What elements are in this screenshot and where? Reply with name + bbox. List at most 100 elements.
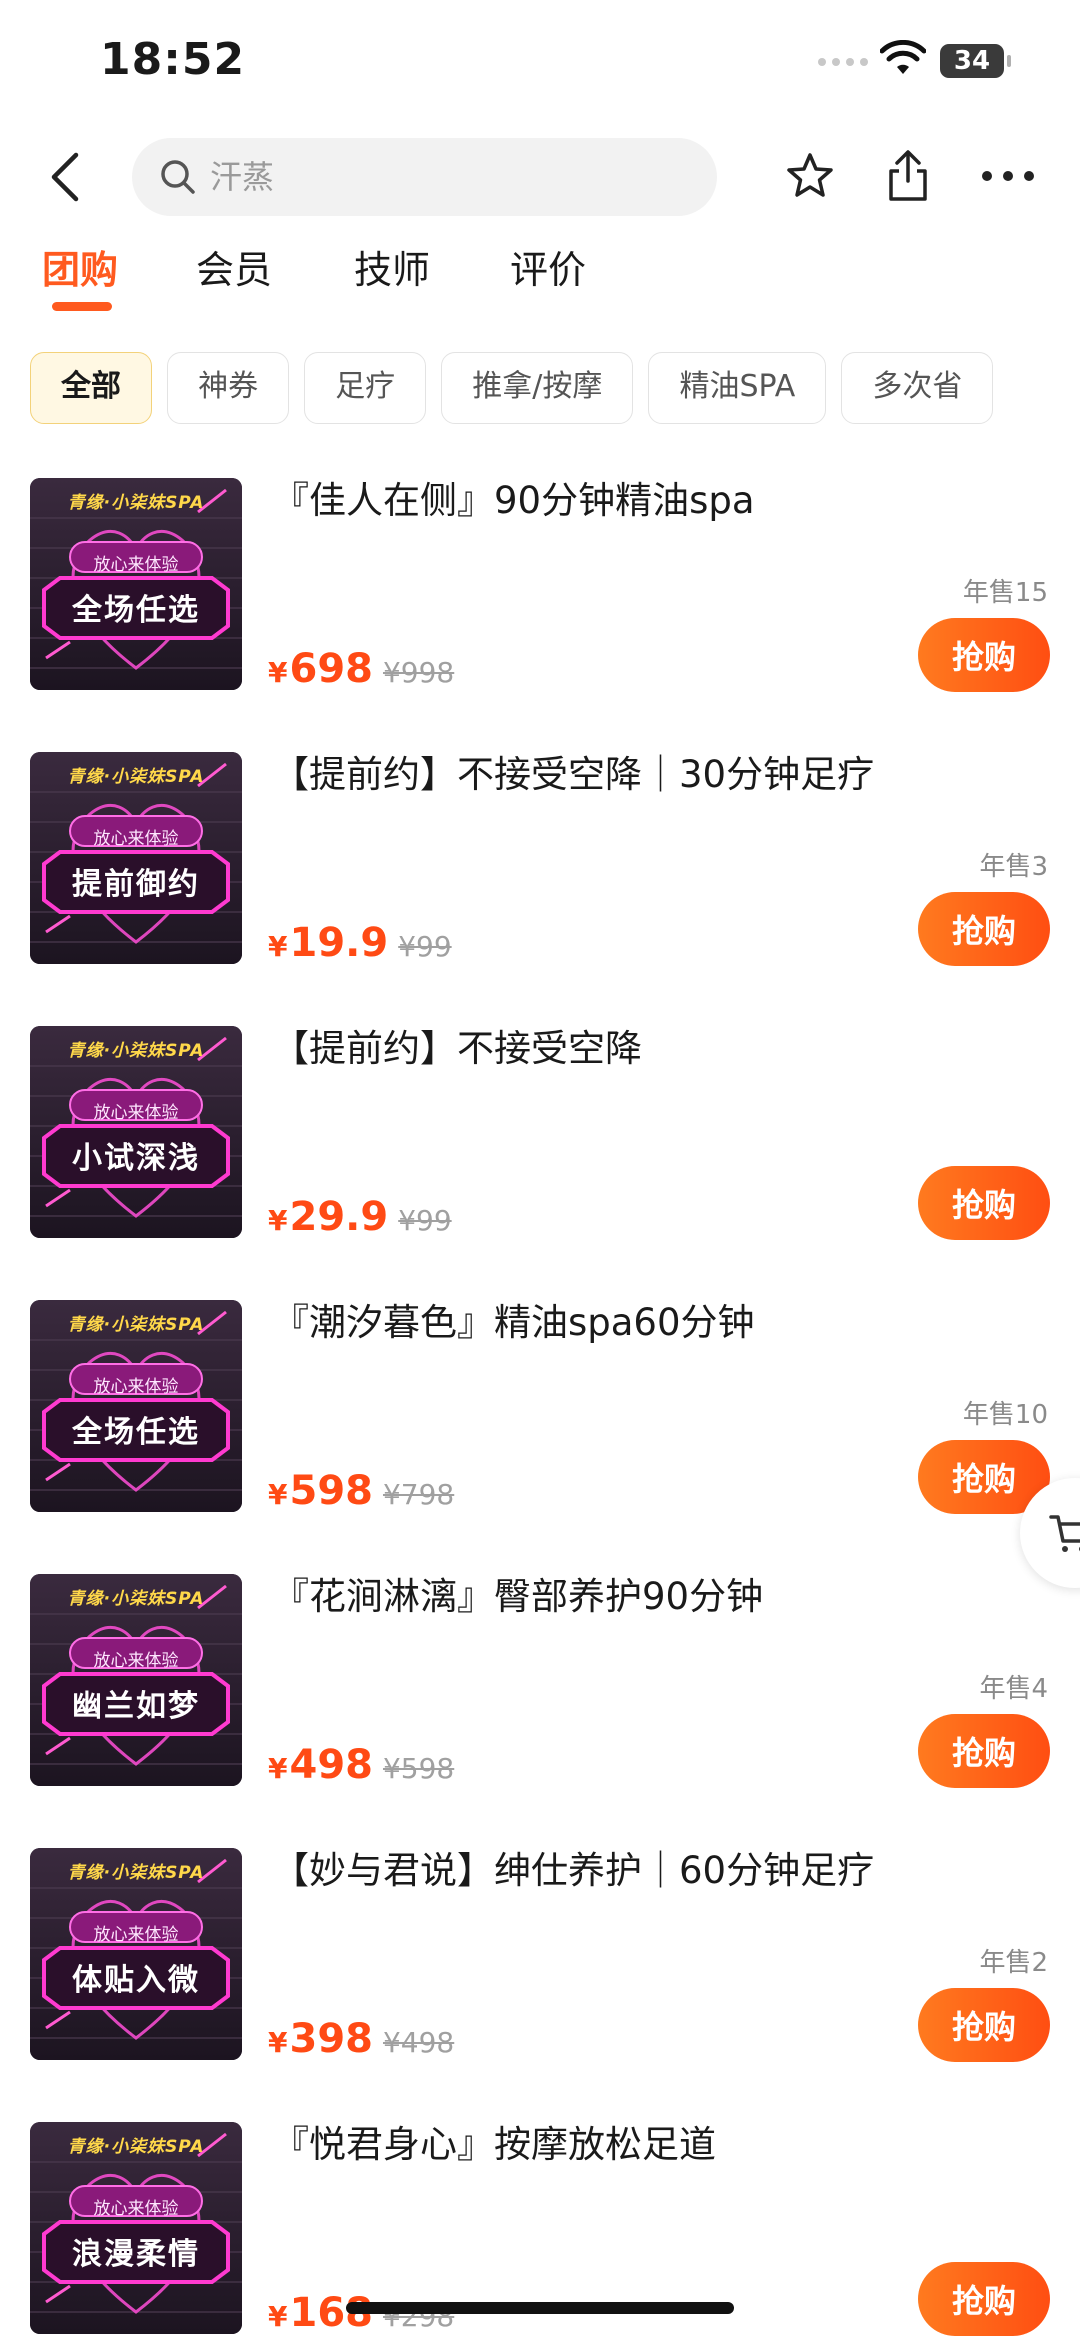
thumbnail-subtitle: 放心来体验: [93, 1377, 179, 1397]
thumbnail-subtitle: 放心来体验: [93, 2199, 179, 2219]
favorite-button[interactable]: [780, 146, 840, 206]
star-icon: [787, 153, 833, 197]
search-input[interactable]: [210, 158, 690, 196]
product-thumbnail: 青缘·小柒妹SPA 放心来体验 提前御约: [30, 752, 242, 964]
chip-essential-oil-spa[interactable]: 精油SPA: [648, 352, 827, 424]
sales-count: 年售10: [962, 1400, 1048, 1430]
tab-technicians[interactable]: 技师: [354, 240, 430, 300]
price-row: ¥ 498 ¥598: [268, 1742, 454, 1792]
home-indicator: [346, 2302, 734, 2314]
buy-button[interactable]: 抢购: [918, 2262, 1050, 2336]
price-row: ¥ 29.9 ¥99: [268, 1194, 452, 1244]
product-title: 【提前约】不接受空降｜30分钟足疗: [272, 753, 875, 796]
original-price: ¥99: [398, 1204, 452, 1237]
thumbnail-subtitle: 放心来体验: [93, 1925, 179, 1945]
original-price: ¥798: [382, 1478, 455, 1511]
tab-reviews[interactable]: 评价: [510, 240, 586, 300]
current-price: 498: [289, 1742, 373, 1788]
chip-multi-visit[interactable]: 多次省: [841, 352, 994, 424]
thumbnail-brand: 青缘·小柒妹SPA: [67, 1863, 205, 1883]
thumbnail-brand: 青缘·小柒妹SPA: [67, 493, 205, 513]
tab-underline: [52, 302, 112, 311]
price-row: ¥ 398 ¥498: [268, 2016, 454, 2066]
chip-coupons[interactable]: 神券: [167, 352, 290, 424]
sales-count: 年售2: [979, 1948, 1048, 1978]
product-thumbnail: 青缘·小柒妹SPA 放心来体验 浪漫柔情: [30, 2122, 242, 2334]
product-thumbnail: 青缘·小柒妹SPA 放心来体验 体贴入微: [30, 1848, 242, 2060]
product-thumbnail: 青缘·小柒妹SPA 放心来体验 小试深浅: [30, 1026, 242, 1238]
product-title: 『悦君身心』按摩放松足道: [272, 2123, 716, 2166]
product-thumbnail: 青缘·小柒妹SPA 放心来体验 全场任选: [30, 478, 242, 690]
more-icon: [982, 171, 1034, 181]
thumbnail-brand: 青缘·小柒妹SPA: [67, 767, 205, 787]
product-title: 【提前约】不接受空降: [272, 1027, 642, 1070]
product-item[interactable]: 青缘·小柒妹SPA 放心来体验 小试深浅 【提前约】不接受空降 ¥ 29.9 ¥…: [0, 1026, 1080, 1300]
product-item[interactable]: 青缘·小柒妹SPA 放心来体验 全场任选 『潮汐暮色』精油spa60分钟 年售1…: [0, 1300, 1080, 1574]
thumbnail-label: 全场任选: [72, 1415, 200, 1450]
search-bar[interactable]: [132, 138, 717, 216]
sales-count: 年售15: [962, 578, 1048, 608]
thumbnail-label: 浪漫柔情: [72, 2237, 200, 2272]
current-price: 29.9: [289, 1194, 389, 1240]
buy-button[interactable]: 抢购: [918, 618, 1050, 692]
original-price: ¥498: [382, 2026, 455, 2059]
current-price: 398: [289, 2016, 373, 2062]
tab-membership[interactable]: 会员: [196, 240, 272, 300]
currency-symbol: ¥: [268, 2026, 288, 2059]
original-price: ¥598: [382, 1752, 455, 1785]
buy-button[interactable]: 抢购: [918, 1166, 1050, 1240]
thumbnail-label: 小试深浅: [72, 1141, 200, 1176]
product-title: 『花涧淋漓』臀部养护90分钟: [272, 1575, 764, 1618]
price-row: ¥ 698 ¥998: [268, 646, 454, 696]
sales-count: 年售3: [979, 852, 1048, 882]
sales-count: 年售4: [979, 1674, 1048, 1704]
currency-symbol: ¥: [268, 930, 288, 963]
thumbnail-brand: 青缘·小柒妹SPA: [67, 2137, 205, 2157]
thumbnail-subtitle: 放心来体验: [93, 1103, 179, 1123]
more-button[interactable]: [978, 146, 1038, 206]
chevron-left-icon: [51, 152, 79, 202]
chip-massage[interactable]: 推拿/按摩: [441, 352, 634, 424]
current-price: 19.9: [289, 920, 389, 966]
product-item[interactable]: 青缘·小柒妹SPA 放心来体验 全场任选 『佳人在侧』90分钟精油spa 年售1…: [0, 478, 1080, 752]
status-bar: 18:52 34: [0, 0, 1080, 120]
current-price: 698: [289, 646, 373, 692]
chip-foot-therapy[interactable]: 足疗: [304, 352, 427, 424]
signal-icon: [818, 58, 868, 66]
back-button[interactable]: [40, 148, 90, 206]
chip-all[interactable]: 全部: [30, 352, 152, 424]
thumbnail-subtitle: 放心来体验: [93, 555, 179, 575]
current-price: 598: [289, 1468, 373, 1514]
currency-symbol: ¥: [268, 1478, 288, 1511]
product-item[interactable]: 青缘·小柒妹SPA 放心来体验 提前御约 【提前约】不接受空降｜30分钟足疗 年…: [0, 752, 1080, 1026]
product-thumbnail: 青缘·小柒妹SPA 放心来体验 幽兰如梦: [30, 1574, 242, 1786]
thumbnail-brand: 青缘·小柒妹SPA: [67, 1315, 205, 1335]
thumbnail-label: 提前御约: [72, 867, 200, 902]
original-price: ¥99: [398, 930, 452, 963]
battery-icon: 34: [940, 44, 1011, 78]
buy-button[interactable]: 抢购: [918, 1714, 1050, 1788]
status-time: 18:52: [100, 34, 246, 85]
thumbnail-subtitle: 放心来体验: [93, 1651, 179, 1671]
tab-bar: 团购 会员 技师 评价: [0, 240, 1080, 320]
thumbnail-label: 体贴入微: [72, 1963, 200, 1998]
cart-icon: [1049, 1515, 1080, 1552]
filter-chips: 全部 神券 足疗 推拿/按摩 精油SPA 多次省: [30, 352, 1080, 424]
currency-symbol: ¥: [268, 2300, 288, 2333]
price-row: ¥ 19.9 ¥99: [268, 920, 452, 970]
product-item[interactable]: 青缘·小柒妹SPA 放心来体验 体贴入微 【妙与君说】绅仕养护｜60分钟足疗 年…: [0, 1848, 1080, 2122]
product-item[interactable]: 青缘·小柒妹SPA 放心来体验 幽兰如梦 『花涧淋漓』臀部养护90分钟 年售4 …: [0, 1574, 1080, 1848]
wifi-icon: [880, 40, 926, 74]
thumbnail-brand: 青缘·小柒妹SPA: [67, 1041, 205, 1061]
thumbnail-label: 幽兰如梦: [72, 1689, 200, 1724]
buy-button[interactable]: 抢购: [918, 892, 1050, 966]
currency-symbol: ¥: [268, 656, 288, 689]
thumbnail-brand: 青缘·小柒妹SPA: [67, 1589, 205, 1609]
original-price: ¥998: [382, 656, 455, 689]
share-button[interactable]: [878, 146, 938, 206]
product-title: 『潮汐暮色』精油spa60分钟: [272, 1301, 755, 1344]
buy-button[interactable]: 抢购: [918, 1988, 1050, 2062]
thumbnail-subtitle: 放心来体验: [93, 829, 179, 849]
product-thumbnail: 青缘·小柒妹SPA 放心来体验 全场任选: [30, 1300, 242, 1512]
tab-group-buy[interactable]: 团购: [42, 240, 118, 300]
